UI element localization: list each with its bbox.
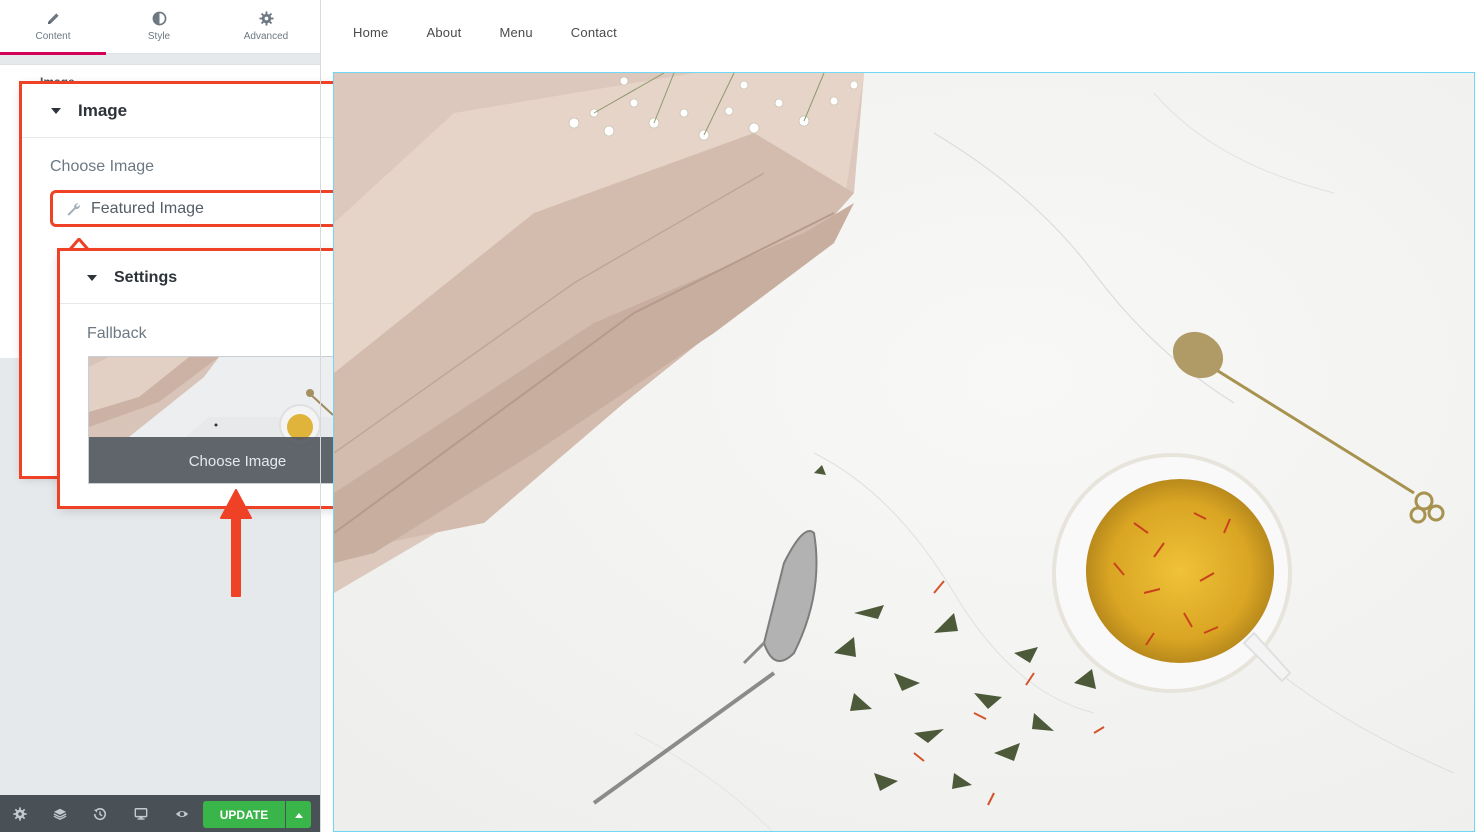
caret-down-icon (51, 108, 61, 114)
tab-advanced-label: Advanced (243, 31, 289, 42)
choose-image-button-label: Choose Image (188, 452, 287, 470)
hero-image-widget[interactable] (333, 72, 1475, 832)
navigator-button[interactable] (40, 795, 80, 832)
responsive-mode-button[interactable] (121, 795, 161, 832)
nav-link-contact[interactable]: Contact (571, 25, 617, 40)
panel-divider (320, 0, 321, 832)
tab-content[interactable]: Content (0, 0, 106, 55)
tab-advanced[interactable]: Advanced (212, 0, 320, 54)
update-button-label: UPDATE (219, 807, 269, 822)
history-icon (93, 807, 107, 820)
site-nav: Home About Menu Contact (333, 0, 635, 64)
tab-style-label: Style (147, 31, 171, 42)
editor-panel: Content Style Advanced Image I A C L Ima… (0, 0, 453, 832)
save-options-button[interactable] (286, 801, 311, 828)
contrast-icon (152, 11, 166, 26)
caret-down-icon (87, 275, 97, 281)
tab-content-label: Content (35, 31, 71, 42)
update-button[interactable]: UPDATE (203, 801, 285, 828)
nav-link-home[interactable]: Home (353, 25, 388, 40)
gear-icon (13, 806, 27, 821)
settings-title: Settings (114, 269, 178, 286)
fallback-label: Fallback (87, 325, 147, 342)
history-button[interactable] (80, 795, 120, 832)
desktop-icon (134, 807, 148, 820)
gear-icon (258, 11, 274, 26)
annotation-arrow-icon (220, 489, 252, 597)
pencil-icon (47, 13, 59, 25)
eye-icon (175, 810, 189, 817)
image-section-title: Image (78, 101, 128, 120)
tab-style[interactable]: Style (106, 0, 212, 54)
dynamic-tag-value: Featured Image (91, 199, 204, 217)
layers-icon (53, 808, 67, 820)
wrench-icon (67, 202, 80, 216)
nav-link-menu[interactable]: Menu (499, 25, 532, 40)
panel-tabs: Content Style Advanced (0, 0, 320, 55)
tea-featured-image (334, 73, 1474, 831)
settings-button[interactable] (0, 795, 40, 832)
preview-button[interactable] (162, 795, 202, 832)
choose-image-label: Choose Image (50, 158, 155, 175)
caret-up-icon (294, 812, 303, 818)
nav-link-about[interactable]: About (426, 25, 461, 40)
